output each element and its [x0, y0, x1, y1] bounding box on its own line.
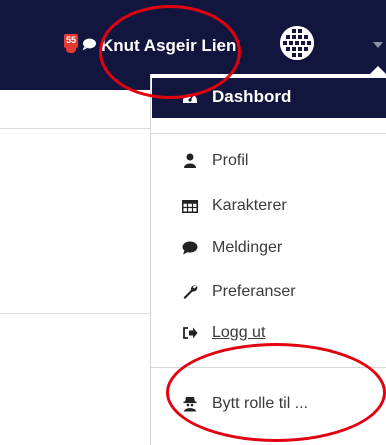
menu-item-dashboard[interactable]: Dashbord — [182, 87, 291, 107]
menu-item-preferences[interactable]: Preferanser — [182, 283, 296, 301]
divider — [0, 313, 150, 314]
menu-item-label: Profil — [212, 152, 249, 169]
menu-item-switch-role[interactable]: Bytt rolle til ... — [182, 395, 308, 413]
dashboard-icon — [182, 89, 198, 105]
menu-item-label: Meldinger — [212, 239, 283, 256]
menu-item-messages[interactable]: Meldinger — [182, 239, 282, 257]
messages-chat-icon[interactable] — [82, 38, 96, 56]
dropdown-pointer — [370, 66, 386, 74]
menu-separator — [150, 133, 386, 134]
menu-item-logout[interactable]: Logg ut — [182, 324, 265, 342]
notification-count-badge: 55 — [65, 35, 76, 45]
menu-item-profile[interactable]: Profil — [182, 152, 248, 170]
menu-item-label: Logg ut — [212, 324, 266, 341]
chevron-down-icon[interactable] — [373, 42, 383, 48]
user-secret-icon — [182, 396, 198, 412]
menu-item-label: Bytt rolle til ... — [212, 395, 309, 412]
menu-separator — [150, 367, 386, 368]
menu-item-label: Dashbord — [212, 87, 292, 106]
user-avatar[interactable] — [280, 26, 314, 60]
sign-out-icon — [182, 325, 198, 341]
user-dropdown-menu — [150, 74, 386, 445]
notification-bell-icon[interactable]: 55 — [64, 34, 78, 54]
user-icon — [182, 153, 198, 169]
menu-item-label: Preferanser — [212, 283, 296, 300]
menu-item-grades[interactable]: Karakterer — [182, 197, 287, 215]
table-icon — [182, 198, 198, 214]
menu-item-label: Karakterer — [212, 197, 287, 214]
comment-icon — [182, 240, 198, 256]
wrench-icon — [182, 284, 198, 300]
divider — [0, 128, 150, 129]
user-name-link[interactable]: Knut Asgeir Lien — [101, 36, 236, 56]
